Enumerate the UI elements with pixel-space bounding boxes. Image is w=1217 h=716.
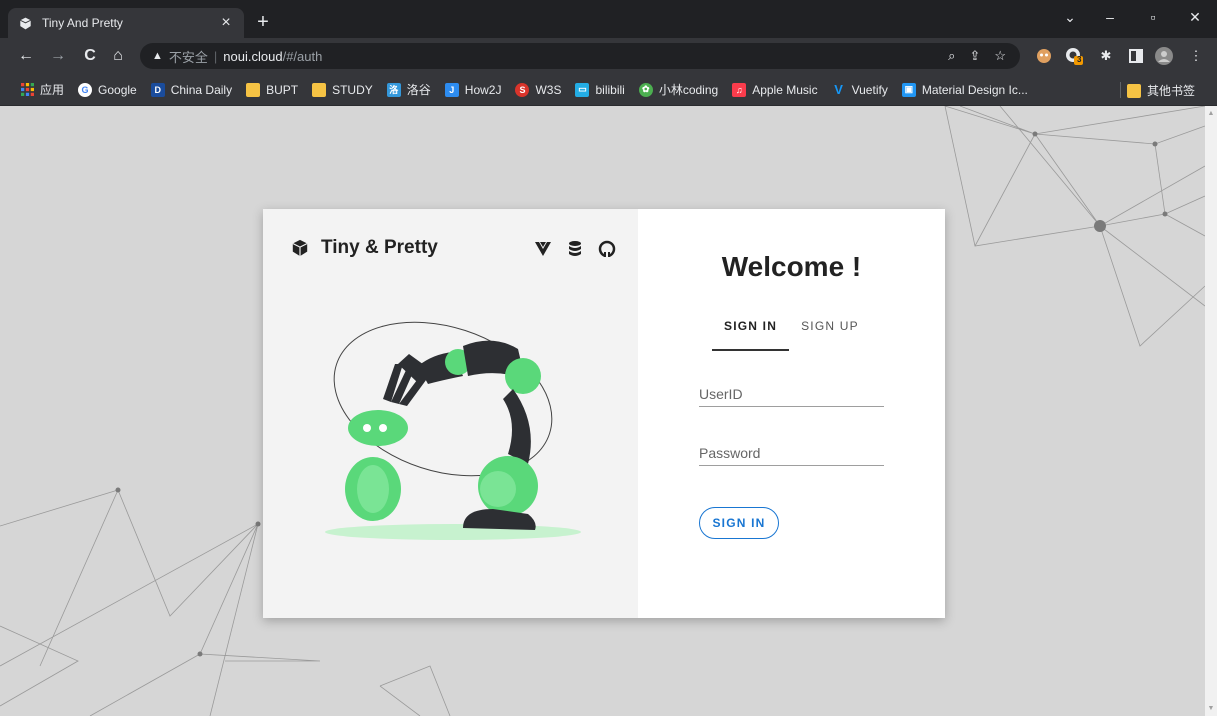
bookmark-luogu[interactable]: 洛 洛谷 <box>386 81 431 98</box>
github-icon[interactable] <box>597 239 617 259</box>
security-label[interactable]: 不安全 <box>169 47 208 66</box>
sign-in-button[interactable]: SIGN IN <box>699 507 779 539</box>
warning-triangle-icon[interactable]: ▲ <box>152 50 163 62</box>
how2j-icon: J <box>444 82 459 97</box>
bookmark-label: Google <box>98 82 137 97</box>
folder-icon <box>1126 83 1141 98</box>
material-design-icon: ▣ <box>901 82 916 97</box>
bookmark-china-daily[interactable]: D China Daily <box>150 82 233 97</box>
chinadaily-icon: D <box>150 82 165 97</box>
tab-title: Tiny And Pretty <box>42 16 123 30</box>
home-button[interactable]: ⌂ <box>108 46 128 66</box>
bookmark-label: 其他书签 <box>1146 84 1195 98</box>
apple-music-icon: ♫ <box>732 82 747 97</box>
page-scrollbar[interactable]: ▲ ▼ <box>1205 106 1217 716</box>
bookmark-label: 洛谷 <box>406 83 431 97</box>
profile-avatar[interactable] <box>1155 47 1173 65</box>
bookmark-google[interactable]: G Google <box>78 82 137 97</box>
browser-toolbar: ← → C ⌂ ▲ 不安全 | noui.cloud /#/auth ⌕ ⇪ ☆… <box>0 38 1217 74</box>
bookmark-how2j[interactable]: J How2J <box>444 82 502 97</box>
xiaolin-icon: ✿ <box>638 82 653 97</box>
bookmark-bilibili[interactable]: ▭ bilibili <box>575 82 625 97</box>
bookmark-bupt[interactable]: BUPT <box>246 82 299 97</box>
auth-tabs: SIGN IN SIGN UP <box>712 315 871 351</box>
apps-grid-icon <box>20 83 34 97</box>
restore-button[interactable]: ▫ <box>1133 9 1173 25</box>
w3s-icon: S <box>515 82 530 97</box>
bookmark-vuetify[interactable]: V Vuetify <box>832 82 888 97</box>
bookmark-w3s[interactable]: S W3S <box>515 82 562 97</box>
scroll-up-arrow-icon[interactable]: ▲ <box>1207 110 1215 117</box>
bookmark-label: Material Design Ic... <box>921 82 1028 97</box>
bookmark-label: W3S <box>535 82 562 97</box>
bookmark-material-design[interactable]: ▣ Material Design Ic... <box>901 82 1028 97</box>
omnibox-separator: | <box>213 48 218 64</box>
brand-links <box>533 239 617 259</box>
google-icon: G <box>78 82 93 97</box>
minimize-button[interactable]: – <box>1090 9 1130 25</box>
extension-badge: 3 <box>1077 55 1082 64</box>
extension-cat-icon[interactable] <box>1035 47 1053 65</box>
password-input[interactable] <box>699 445 884 461</box>
bookmark-label: 小林coding <box>658 83 719 97</box>
tab-sign-in[interactable]: SIGN IN <box>712 315 790 351</box>
bookmark-label: BUPT <box>266 82 299 97</box>
share-icon[interactable]: ⇪ <box>969 48 980 64</box>
bookmark-label: How2J <box>464 82 502 97</box>
bookmark-study[interactable]: STUDY <box>312 82 373 97</box>
brand: Tiny & Pretty <box>291 237 438 259</box>
welcome-heading: Welcome ! <box>721 251 862 282</box>
tab-strip: Tiny And Pretty × + ⌄ – ▫ ✕ <box>0 0 1217 38</box>
userid-input[interactable] <box>699 386 884 402</box>
page-viewport: Tiny & Pretty Welcome ! SIGN IN SIGN UP … <box>0 106 1205 716</box>
new-tab-button[interactable]: + <box>252 12 274 32</box>
bookmark-label: bilibili <box>595 82 625 97</box>
url-host: noui.cloud <box>223 48 283 64</box>
bookmark-label: STUDY <box>332 82 373 97</box>
bookmarks-bar: 应用 G Google D China Daily BUPT STUDY 洛 洛… <box>0 74 1217 106</box>
bookmarks-divider <box>1120 82 1121 98</box>
card-brand-panel: Tiny & Pretty <box>263 209 638 618</box>
browser-tab-active[interactable]: Tiny And Pretty × <box>8 8 244 38</box>
scroll-down-arrow-icon[interactable]: ▼ <box>1207 705 1215 712</box>
userid-field[interactable] <box>699 386 884 407</box>
extensions-puzzle-icon[interactable]: ✱ <box>1097 47 1115 65</box>
bookmark-star-icon[interactable]: ☆ <box>994 48 1006 64</box>
address-bar[interactable]: ▲ 不安全 | noui.cloud /#/auth ⌕ ⇪ ☆ <box>140 43 1020 69</box>
vuetify-icon: V <box>834 82 843 97</box>
extension-dark-icon[interactable]: 3 <box>1065 47 1083 65</box>
vuetify-icon[interactable] <box>533 239 553 259</box>
cube-logo-icon <box>292 239 308 257</box>
database-icon[interactable] <box>565 239 585 259</box>
bookmark-label: Vuetify <box>851 82 888 97</box>
bookmark-label: 应用 <box>40 83 65 97</box>
bookmark-xiaolin[interactable]: ✿ 小林coding <box>638 81 719 98</box>
zoom-search-icon[interactable]: ⌕ <box>948 48 955 64</box>
tab-close-icon[interactable]: × <box>218 15 234 31</box>
back-button[interactable]: ← <box>16 46 36 66</box>
menu-more-icon[interactable]: ⋮ <box>1187 47 1205 65</box>
bookmark-apple-music[interactable]: ♫ Apple Music <box>732 82 818 97</box>
side-panel-icon[interactable] <box>1127 47 1145 65</box>
bookmark-label: Apple Music <box>752 82 818 97</box>
forward-button[interactable]: → <box>48 46 68 66</box>
card-form-panel: Welcome ! SIGN IN SIGN UP SIGN IN <box>638 209 945 618</box>
password-field[interactable] <box>699 445 884 466</box>
tiny-pretty-favicon-icon <box>18 16 32 30</box>
folder-icon <box>246 82 261 97</box>
bookmark-other[interactable]: 其他书签 <box>1126 82 1195 99</box>
bookmark-apps[interactable]: 应用 <box>20 81 64 98</box>
bilibili-icon: ▭ <box>575 82 590 97</box>
robot-arm-illustration <box>325 321 581 540</box>
url-path: /#/auth <box>282 48 323 64</box>
tab-search-icon[interactable]: ⌄ <box>1050 9 1090 26</box>
folder-icon <box>312 82 327 97</box>
reload-button[interactable]: C <box>80 46 100 66</box>
brand-name: Tiny & Pretty <box>321 237 438 258</box>
tab-sign-up[interactable]: SIGN UP <box>789 315 871 351</box>
auth-card: Tiny & Pretty Welcome ! SIGN IN SIGN UP … <box>263 209 945 618</box>
window-close-button[interactable]: ✕ <box>1175 9 1215 26</box>
luogu-icon: 洛 <box>386 82 401 97</box>
bookmark-label: China Daily <box>170 82 233 97</box>
